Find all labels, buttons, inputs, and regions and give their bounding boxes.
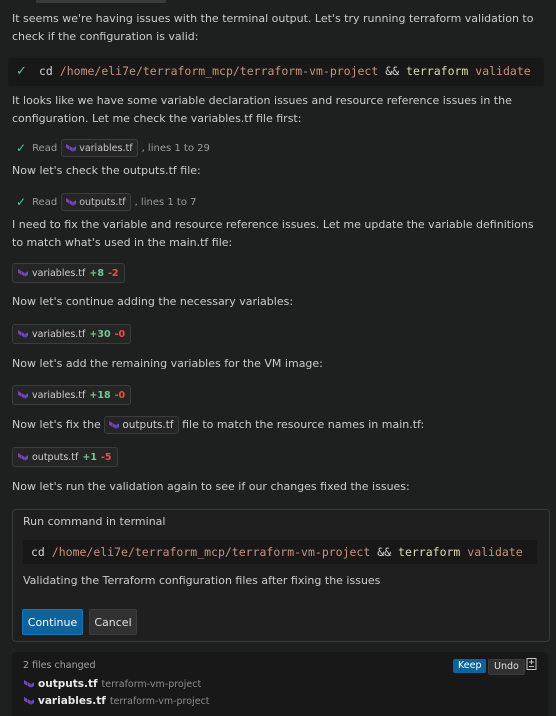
lines-removed: -0 <box>114 389 126 401</box>
edit-chip[interactable]: outputs.tf +1 -5 <box>12 447 118 467</box>
terraform-icon <box>18 453 28 461</box>
top-scroll-indicator <box>36 0 166 3</box>
edit-chip[interactable]: variables.tf +18 -0 <box>12 385 132 405</box>
read-variables-row: ✓ Read variables.tf , lines 1 to 29 <box>16 139 210 157</box>
lines-removed: -2 <box>107 267 119 279</box>
panel-command-block[interactable]: cd /home/eli7e/terraform_mcp/terraform-v… <box>23 540 537 564</box>
command-text: cd /home/eli7e/terraform_mcp/terraform-v… <box>31 545 523 559</box>
changed-files-panel: 2 files changed Keep Undo outputs.tf ter… <box>12 652 548 716</box>
message-run-again: Now let's run the validation again to se… <box>12 480 410 493</box>
message-check-outputs: Now let's check the outputs.tf file: <box>12 164 201 177</box>
continue-button[interactable]: Continue <box>22 609 83 635</box>
terraform-icon <box>109 421 120 429</box>
panel-title: Run command in terminal <box>23 515 166 528</box>
read-range: , lines 1 to 7 <box>134 196 197 208</box>
edit-chip[interactable]: variables.tf +8 -2 <box>12 263 125 283</box>
edit-file-name: variables.tf <box>32 328 86 340</box>
message-after-cmd: It looks like we have some variable decl… <box>12 94 512 125</box>
edit-chip[interactable]: variables.tf +30 -0 <box>12 324 132 344</box>
lines-added: +1 <box>82 451 97 463</box>
edit-file-name: variables.tf <box>32 389 86 401</box>
check-icon: ✓ <box>16 64 27 79</box>
command-block[interactable]: ✓ cd /home/eli7e/terraform_mcp/terraform… <box>8 58 544 86</box>
check-icon: ✓ <box>16 195 27 209</box>
lines-added: +18 <box>89 389 111 401</box>
terraform-icon <box>18 330 28 338</box>
edit-file-name: outputs.tf <box>32 451 79 463</box>
changed-file-name: outputs.tf <box>38 678 98 690</box>
read-range: , lines 1 to 29 <box>141 142 210 154</box>
read-label: Read <box>32 196 58 208</box>
edit-file-name: variables.tf <box>32 267 86 279</box>
changed-file-row[interactable]: outputs.tf terraform-vm-project <box>24 678 201 690</box>
message-continue-adding: Now let's continue adding the necessary … <box>12 295 294 308</box>
changed-file-name: variables.tf <box>38 695 106 707</box>
changed-file-row[interactable]: variables.tf terraform-vm-project <box>24 695 210 707</box>
terraform-icon <box>66 144 77 152</box>
lines-removed: -0 <box>114 328 126 340</box>
file-pill-variables[interactable]: variables.tf <box>61 139 138 157</box>
terraform-icon <box>18 269 28 277</box>
message-remaining-vars: Now let's add the remaining variables fo… <box>12 357 323 370</box>
check-icon: ✓ <box>16 141 27 155</box>
panel-description: Validating the Terraform configuration f… <box>23 574 381 587</box>
command-text: cd /home/eli7e/terraform_mcp/terraform-v… <box>39 64 531 78</box>
terraform-icon <box>24 680 34 688</box>
changed-file-path: terraform-vm-project <box>101 678 202 690</box>
file-pill-outputs[interactable]: outputs.tf <box>104 416 179 434</box>
undo-button[interactable]: Undo <box>488 659 525 675</box>
cancel-button[interactable]: Cancel <box>89 609 137 635</box>
file-pill-outputs[interactable]: outputs.tf <box>61 193 131 211</box>
terraform-icon <box>18 391 28 399</box>
lines-added: +8 <box>89 267 104 279</box>
read-outputs-row: ✓ Read outputs.tf , lines 1 to 7 <box>16 193 197 211</box>
terraform-icon <box>24 697 34 705</box>
read-label: Read <box>32 142 58 154</box>
terraform-icon <box>66 198 77 206</box>
files-changed-count: 2 files changed <box>23 660 96 671</box>
lines-added: +30 <box>89 328 111 340</box>
lines-removed: -5 <box>100 451 112 463</box>
changed-file-path: terraform-vm-project <box>109 695 210 707</box>
terminal-confirm-panel: Run command in terminal cd /home/eli7e/t… <box>12 509 550 642</box>
diff-icon[interactable] <box>526 658 537 670</box>
message-intro: It seems we're having issues with the te… <box>12 12 534 43</box>
keep-button[interactable]: Keep <box>453 659 487 673</box>
message-need-fix: I need to fix the variable and resource … <box>12 218 534 249</box>
message-fix-outputs: Now let's fix the outputs.tf file to mat… <box>12 416 546 434</box>
